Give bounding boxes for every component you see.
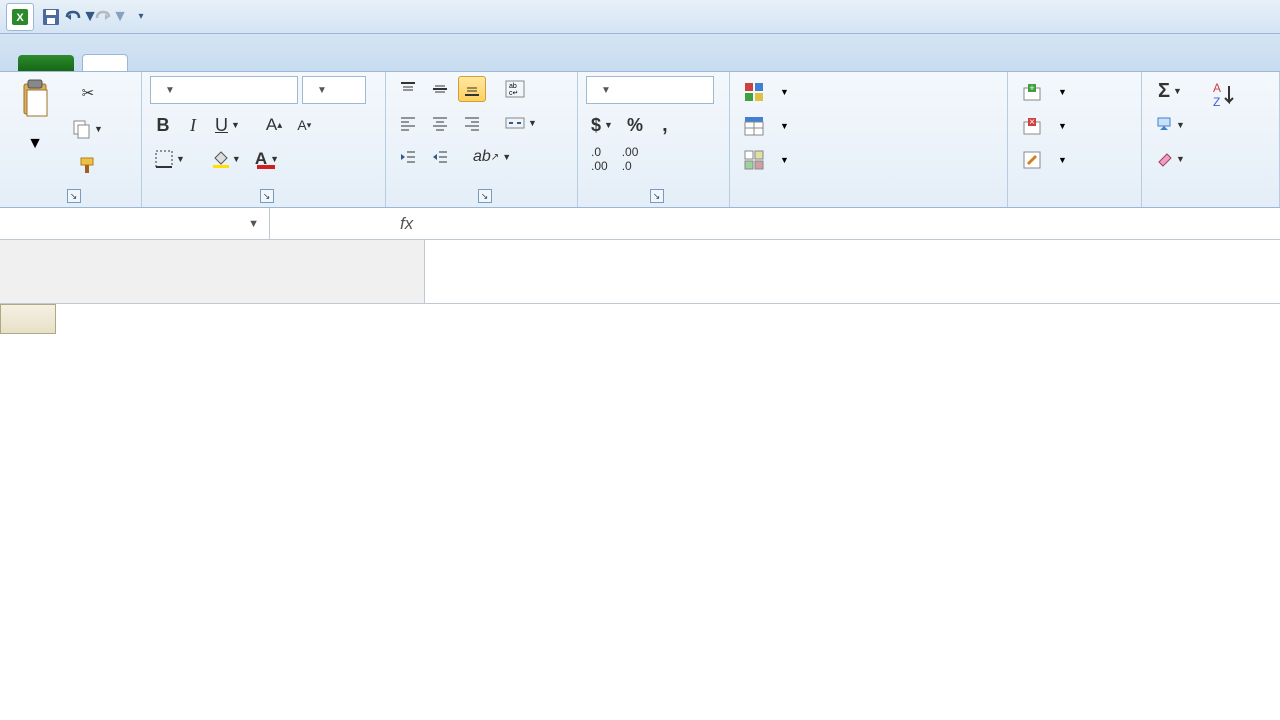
bucket-icon [211, 150, 229, 168]
percent-button[interactable]: % [622, 112, 648, 138]
increase-indent-button[interactable] [426, 144, 454, 170]
formula-bar-area: ▼ fx [0, 208, 1280, 304]
decrease-decimal-button[interactable]: .00.0 [617, 146, 644, 172]
group-font: ▼ ▼ B I U▼ A▴ A▾ ▼ ▼ A [142, 72, 386, 207]
save-icon[interactable] [38, 4, 64, 30]
redo-button[interactable]: ▼ [98, 4, 124, 30]
align-center-button[interactable] [426, 110, 454, 136]
eraser-icon [1155, 150, 1173, 168]
comma-button[interactable]: , [652, 112, 678, 138]
font-color-button[interactable]: A ▼ [250, 146, 284, 172]
decrease-indent-button[interactable] [394, 144, 422, 170]
conditional-formatting-button[interactable]: ▼ [738, 78, 999, 106]
shrink-font-button[interactable]: A▾ [291, 112, 317, 138]
group-cells: + ▼ × ▼ ▼ [1008, 72, 1142, 207]
svg-text:ab: ab [509, 83, 517, 90]
fill-color-button[interactable]: ▼ [206, 146, 246, 172]
ribbon: ▼ ✂ ▼ ↘ ▼ ▼ B I U▼ [0, 72, 1280, 208]
qat-customize-icon[interactable]: ▾ [128, 4, 154, 30]
insert-cells-button[interactable]: + ▼ [1016, 78, 1133, 106]
orientation-button[interactable]: ab↗▼ [468, 144, 516, 170]
italic-button[interactable]: I [180, 112, 206, 138]
align-top-button[interactable] [394, 76, 422, 102]
font-size-select[interactable]: ▼ [302, 76, 366, 104]
number-dialog-icon[interactable]: ↘ [650, 189, 664, 203]
tab-file[interactable] [18, 55, 74, 71]
formula-bar[interactable]: fx [270, 208, 1280, 239]
sort-filter-button[interactable]: AZ [1196, 76, 1250, 125]
cell-styles-button[interactable]: ▼ [738, 146, 999, 174]
group-editing: Σ▼ ▼ ▼ AZ [1142, 72, 1280, 207]
tab-view[interactable] [348, 55, 392, 71]
svg-text:Z: Z [1213, 95, 1220, 109]
excel-icon: X [6, 3, 34, 31]
number-format-select[interactable]: ▼ [586, 76, 714, 104]
paste-button[interactable]: ▼ [8, 76, 62, 157]
increase-decimal-button[interactable]: .0.00 [586, 146, 613, 172]
delete-icon: × [1022, 116, 1042, 136]
insert-icon: + [1022, 82, 1042, 102]
cut-button[interactable]: ✂ [68, 80, 108, 106]
align-left-button[interactable] [394, 110, 422, 136]
copy-icon [73, 120, 91, 138]
border-icon [155, 150, 173, 168]
clipboard-icon [18, 80, 52, 127]
alignment-dialog-icon[interactable]: ↘ [478, 189, 492, 203]
cell-styles-icon [744, 150, 764, 170]
font-name-select[interactable]: ▼ [150, 76, 298, 104]
format-painter-button[interactable] [68, 152, 108, 178]
tab-insert[interactable] [128, 55, 172, 71]
align-right-button[interactable] [458, 110, 486, 136]
brush-icon [79, 156, 97, 174]
borders-button[interactable]: ▼ [150, 146, 190, 172]
name-box[interactable]: ▼ [0, 208, 270, 239]
font-dialog-icon[interactable]: ↘ [260, 189, 274, 203]
underline-button[interactable]: U▼ [210, 112, 245, 138]
group-clipboard: ▼ ✂ ▼ ↘ [0, 72, 142, 207]
tab-data[interactable] [260, 55, 304, 71]
group-alignment: abc↵ ▼ ab↗▼ ↘ [386, 72, 578, 207]
table-icon [744, 116, 764, 136]
fill-button[interactable]: ▼ [1150, 112, 1190, 138]
accounting-button[interactable]: $▼ [586, 112, 618, 138]
sort-filter-icon: AZ [1207, 80, 1239, 117]
tab-home[interactable] [82, 54, 128, 71]
clipboard-dialog-icon[interactable]: ↘ [67, 189, 81, 203]
format-icon [1022, 150, 1042, 170]
autosum-button[interactable]: Σ▼ [1150, 78, 1190, 104]
svg-text:+: + [1029, 83, 1034, 93]
align-bottom-button[interactable] [458, 76, 486, 102]
svg-text:×: × [1029, 117, 1035, 128]
group-number: ▼ $▼ % , .0.00 .00.0 ↘ [578, 72, 730, 207]
ribbon-tabs [0, 34, 1280, 72]
tab-review[interactable] [304, 55, 348, 71]
align-middle-button[interactable] [426, 76, 454, 102]
column-headers[interactable] [56, 304, 1280, 334]
wrap-text-button[interactable]: abc↵ [500, 76, 530, 102]
group-styles: ▼ ▼ ▼ [730, 72, 1008, 207]
tab-formulas[interactable] [216, 55, 260, 71]
fx-icon[interactable]: fx [400, 214, 413, 234]
svg-text:X: X [16, 12, 24, 24]
conditional-icon [744, 82, 764, 102]
copy-button[interactable]: ▼ [68, 116, 108, 142]
format-cells-button[interactable]: ▼ [1016, 146, 1133, 174]
fill-down-icon [1155, 116, 1173, 134]
delete-cells-button[interactable]: × ▼ [1016, 112, 1133, 140]
quick-access-toolbar: X ▼ ▼ ▾ [0, 3, 160, 31]
undo-button[interactable]: ▼ [68, 4, 94, 30]
svg-text:A: A [1213, 81, 1221, 95]
scissors-icon: ✂ [82, 84, 95, 102]
bold-button[interactable]: B [150, 112, 176, 138]
grow-font-button[interactable]: A▴ [261, 112, 287, 138]
title-bar: X ▼ ▼ ▾ [0, 0, 1280, 34]
svg-text:c↵: c↵ [509, 90, 518, 97]
merge-center-button[interactable]: ▼ [500, 110, 542, 136]
select-all-corner[interactable] [0, 304, 56, 334]
format-as-table-button[interactable]: ▼ [738, 112, 999, 140]
clear-button[interactable]: ▼ [1150, 146, 1190, 172]
tab-page-layout[interactable] [172, 55, 216, 71]
color-bar-icon [259, 157, 275, 161]
